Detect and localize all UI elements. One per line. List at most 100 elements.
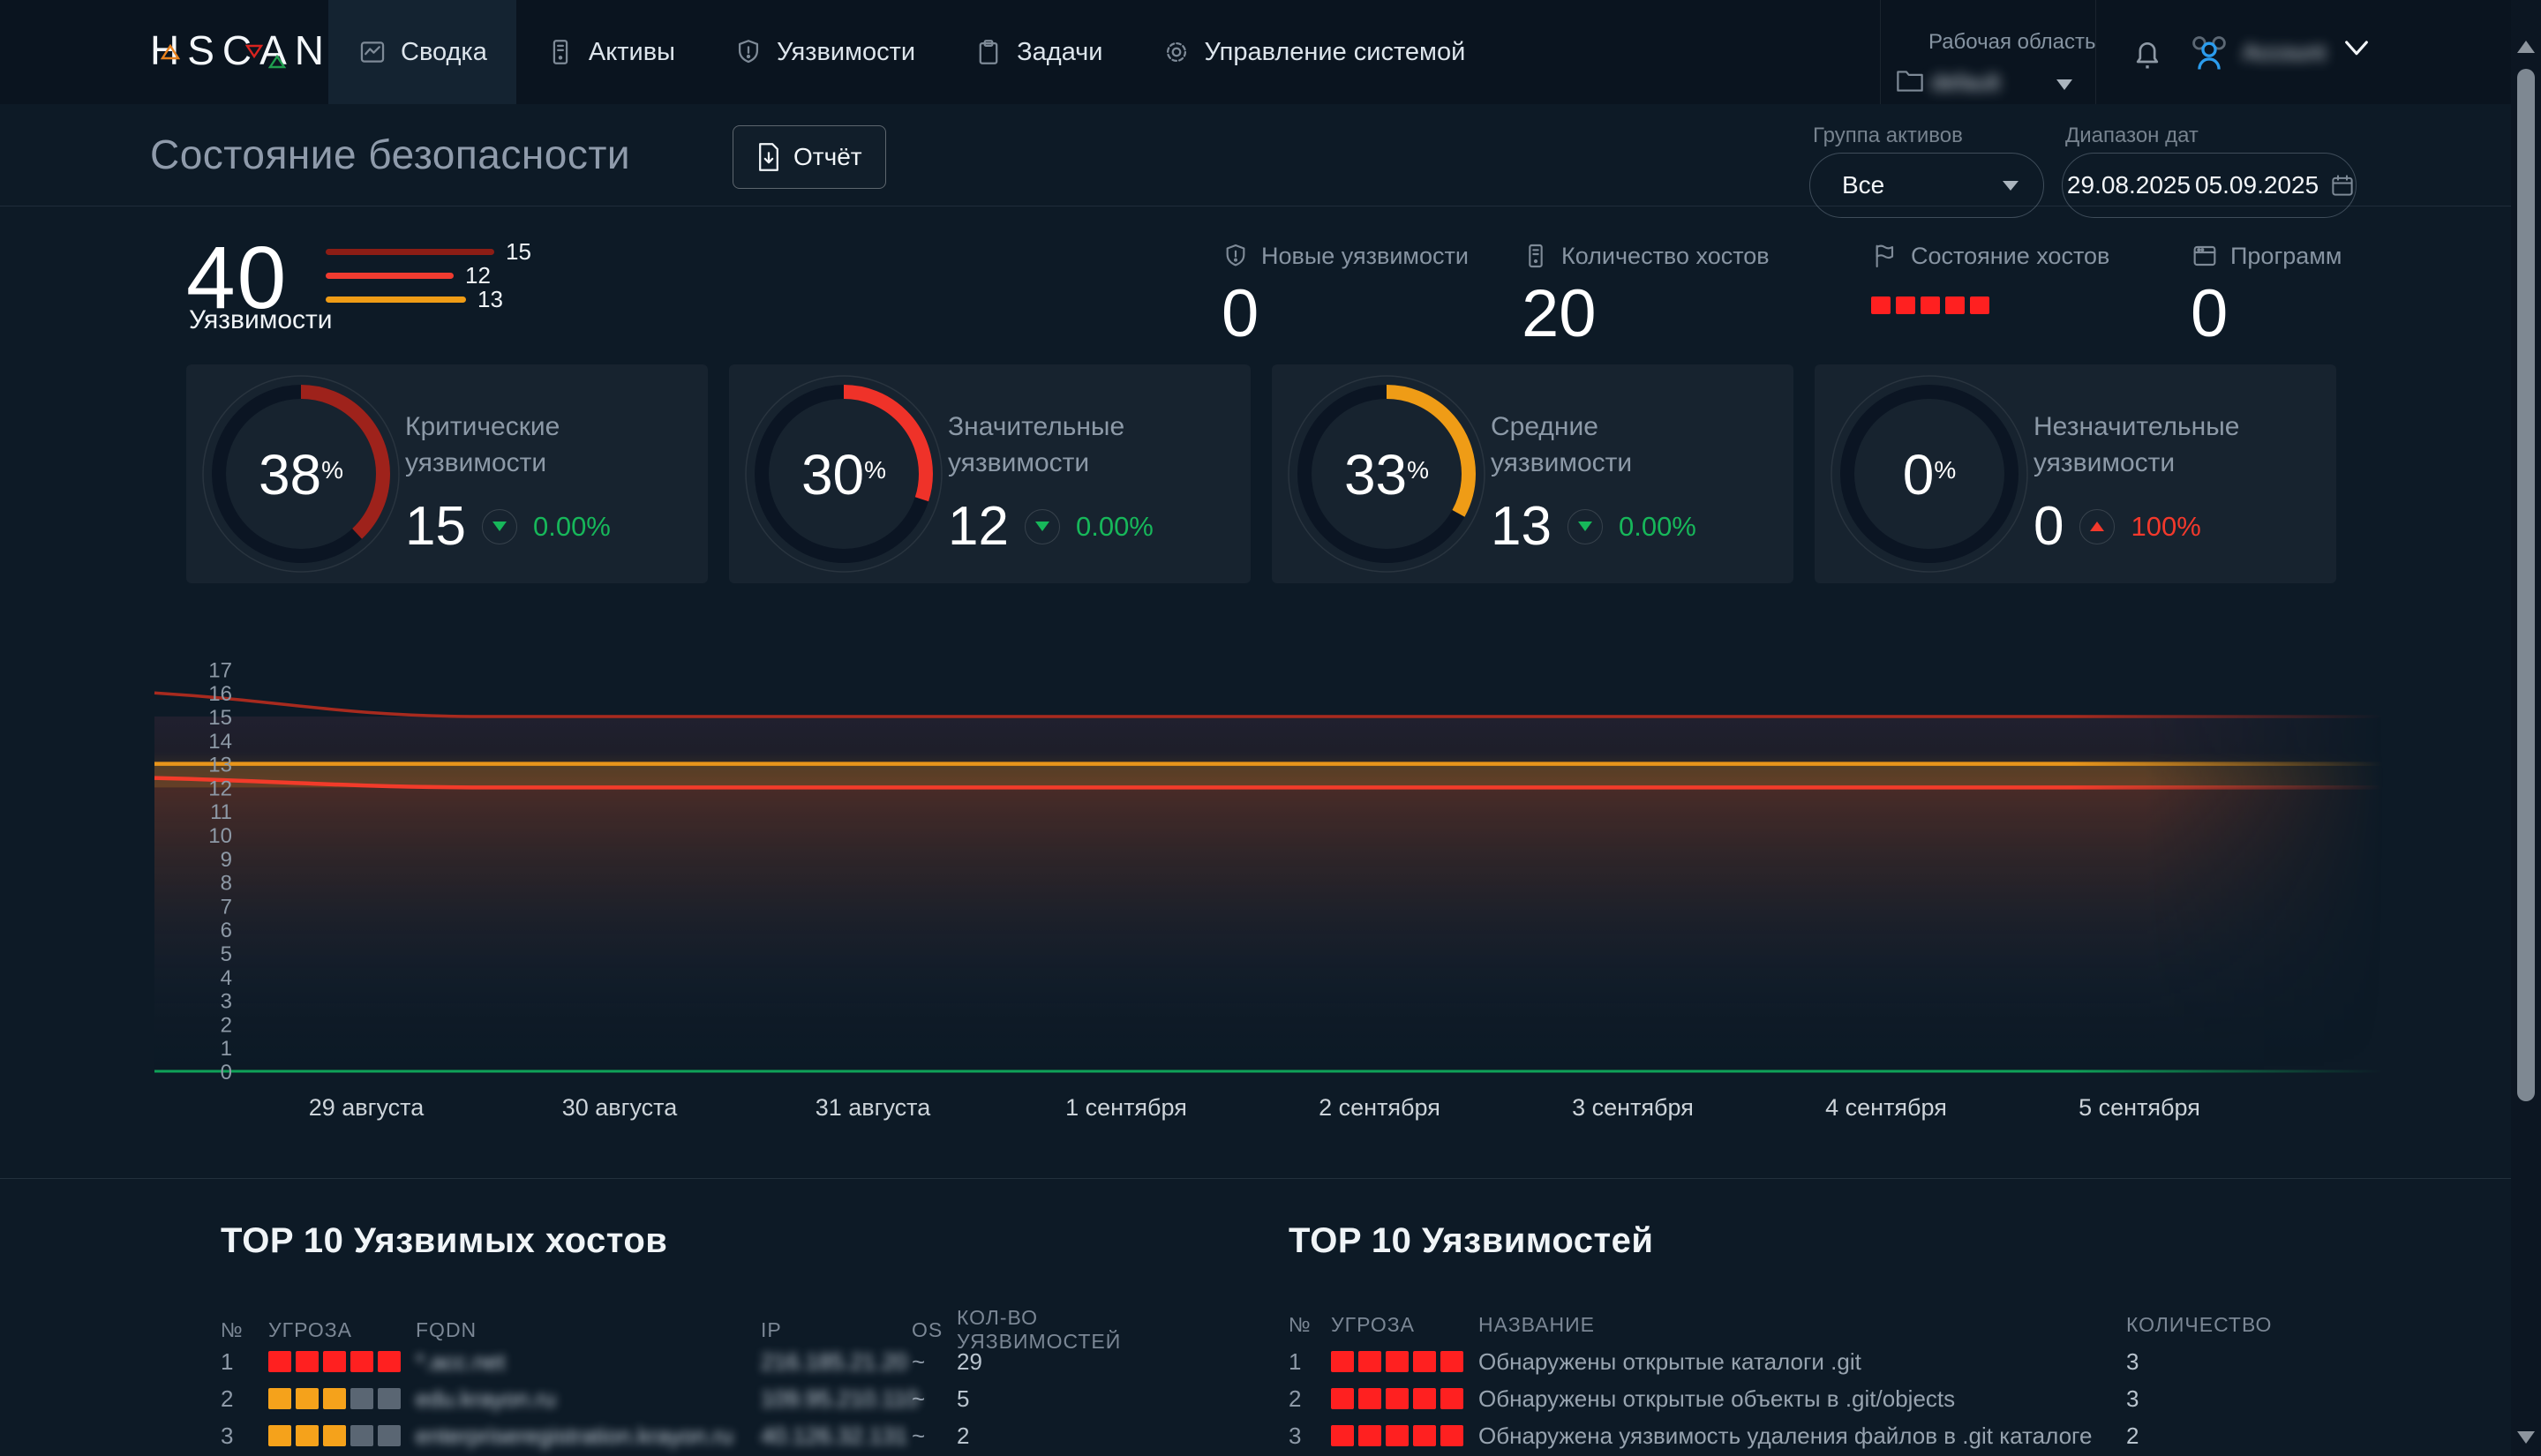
svg-text:29 августа: 29 августа	[309, 1094, 425, 1121]
date-from[interactable]: 29.08.2025	[2063, 171, 2195, 199]
tab-vulnerabilities[interactable]: Уязвимости	[704, 0, 944, 104]
card-critical: 38% Критическиеуязвимости 15 0.00%	[186, 364, 708, 583]
bell-icon[interactable]	[2130, 34, 2165, 72]
tab-label: Сводка	[401, 38, 487, 67]
fqdn-value: *.acc.net	[416, 1348, 761, 1376]
chart-glow	[154, 717, 2388, 1071]
svg-text:30 августа: 30 августа	[562, 1094, 679, 1121]
donut-percent: 33%	[1281, 442, 1492, 507]
workspace-selector[interactable]: Рабочая область default	[1880, 0, 2096, 104]
trend-down-icon	[1035, 522, 1049, 531]
table-row[interactable]: 2 Обнаружены открытые объекты в .git/obj…	[1289, 1380, 2392, 1417]
tab-assets[interactable]: Активы	[516, 0, 704, 104]
svg-text:13: 13	[208, 754, 232, 777]
fqdn-value: enterpriseregistration.krayon.ru	[416, 1422, 761, 1450]
hscan-logo[interactable]: HSCAN	[150, 26, 327, 79]
vulnerability-trend-chart: 0123456789101112131415161729 августа30 а…	[0, 609, 2541, 1147]
scrollbar-thumb[interactable]	[2517, 69, 2535, 1101]
top-nav: HSCAN Сводка Активы Уязвимости Задачи	[0, 0, 2541, 104]
legend-bar-medium	[326, 296, 466, 303]
table-row[interactable]: 2 edu.krayon.ru 109.95.210.110 ~ 5	[221, 1380, 1253, 1417]
scroll-down-icon[interactable]	[2517, 1431, 2535, 1444]
trend-down-icon	[1578, 522, 1592, 531]
svg-text:9: 9	[221, 848, 232, 872]
logo-triangle-orange-icon	[161, 44, 180, 60]
svg-text:0: 0	[221, 1061, 232, 1084]
card-label: Значительныеуязвимости	[948, 409, 1124, 481]
stat-label: Программ	[2230, 243, 2342, 270]
stat-programs: Программ 0	[2191, 242, 2342, 352]
trend-down-icon	[492, 522, 507, 531]
vulnerability-name: Обнаружена уязвимость удаления файлов в …	[1478, 1422, 2126, 1450]
shield-alert-icon	[733, 37, 763, 67]
table-header: №УГРОЗА НАЗВАНИЕКОЛИЧЕСТВО	[1289, 1306, 2392, 1343]
vertical-scrollbar[interactable]	[2511, 0, 2541, 1456]
fqdn-value: edu.krayon.ru	[416, 1385, 761, 1413]
svg-text:10: 10	[208, 824, 232, 848]
window-icon	[2191, 242, 2219, 270]
scroll-up-icon[interactable]	[2517, 41, 2535, 53]
date-range-picker[interactable]: 29.08.2025 05.09.2025	[2062, 153, 2357, 218]
tab-label: Активы	[589, 38, 675, 67]
change-percent: 100%	[2131, 511, 2200, 543]
legend-bar-critical	[326, 249, 494, 255]
svg-text:4: 4	[221, 966, 232, 990]
card-label: Средниеуязвимости	[1491, 409, 1632, 481]
top-vulns-table: №УГРОЗА НАЗВАНИЕКОЛИЧЕСТВО 1 Обнаружены …	[1289, 1306, 2392, 1454]
ip-value: 216.185.21.20	[761, 1348, 912, 1376]
users-icon[interactable]	[2184, 30, 2234, 74]
svg-text:5 сентября: 5 сентября	[2079, 1094, 2200, 1121]
asset-group-select[interactable]: Все	[1809, 153, 2044, 218]
svg-text:31 августа: 31 августа	[816, 1094, 932, 1121]
tab-summary[interactable]: Сводка	[328, 0, 516, 104]
svg-text:7: 7	[221, 895, 232, 919]
svg-text:4 сентября: 4 сентября	[1825, 1094, 1947, 1121]
vulnerability-name: Обнаружены открытые объекты в .git/objec…	[1478, 1385, 2126, 1413]
svg-text:14: 14	[208, 730, 232, 754]
trend-badge	[482, 509, 517, 544]
workspace-label: Рабочая область	[1928, 30, 2096, 55]
table-row[interactable]: 3 Обнаружена уязвимость удаления файлов …	[1289, 1417, 2392, 1454]
host-state-indicator	[1871, 296, 2109, 314]
legend-value: 13	[477, 286, 503, 313]
donut-percent: 38%	[195, 442, 407, 507]
server-icon	[545, 37, 575, 67]
user-name: Account	[2243, 39, 2326, 66]
tab-system-management[interactable]: Управление системой	[1132, 0, 1495, 104]
top-vulns-title: TOP 10 Уязвимостей	[1289, 1221, 1653, 1261]
table-header: №УГРОЗА FQDNIP OSКОЛ-ВО УЯЗВИМОСТЕЙ	[221, 1306, 1253, 1343]
threat-indicator	[268, 1351, 416, 1372]
tab-label: Задачи	[1017, 38, 1102, 67]
trend-badge	[2079, 509, 2115, 544]
svg-text:1 сентября: 1 сентября	[1065, 1094, 1187, 1121]
flag-icon	[1871, 242, 1899, 270]
card-medium: 33% Средниеуязвимости 13 0.00%	[1272, 364, 1793, 583]
tab-tasks[interactable]: Задачи	[944, 0, 1131, 104]
stat-host-state: Состояние хостов	[1871, 242, 2109, 314]
stat-label: Состояние хостов	[1911, 243, 2109, 270]
table-row[interactable]: 3 enterpriseregistration.krayon.ru 40.12…	[221, 1417, 1253, 1454]
svg-text:1: 1	[221, 1037, 232, 1061]
change-percent: 0.00%	[1076, 511, 1154, 543]
asset-group-label: Группа активов	[1813, 124, 1963, 148]
chevron-down-icon[interactable]	[2342, 37, 2372, 60]
svg-text:5: 5	[221, 942, 232, 966]
card-minor: 0% Незначительныеуязвимости 0 100%	[1815, 364, 2336, 583]
trend-badge	[1567, 509, 1603, 544]
severity-cards: 38% Критическиеуязвимости 15 0.00% 30% З…	[186, 364, 2336, 583]
table-row[interactable]: 1 Обнаружены открытые каталоги .git 3	[1289, 1343, 2392, 1380]
bottom-panel: TOP 10 Уязвимых хостов №УГРОЗА FQDNIP OS…	[0, 1178, 2541, 1456]
card-label: Незначительныеуязвимости	[2034, 409, 2239, 481]
card-value: 0	[2034, 495, 2064, 558]
date-to[interactable]: 05.09.2025	[2195, 171, 2319, 199]
card-value: 15	[405, 495, 466, 558]
svg-text:2: 2	[221, 1013, 232, 1037]
logo-triangle-green-icon	[268, 55, 286, 69]
donut-percent: 30%	[738, 442, 950, 507]
stat-label: Новые уязвимости	[1261, 243, 1469, 270]
vulnerability-name: Обнаружены открытые каталоги .git	[1478, 1348, 2126, 1376]
server-icon	[1522, 242, 1550, 270]
legend-bar-significant	[326, 273, 454, 279]
table-row[interactable]: 1 *.acc.net 216.185.21.20 ~ 29	[221, 1343, 1253, 1380]
ip-value: 109.95.210.110	[761, 1385, 912, 1413]
